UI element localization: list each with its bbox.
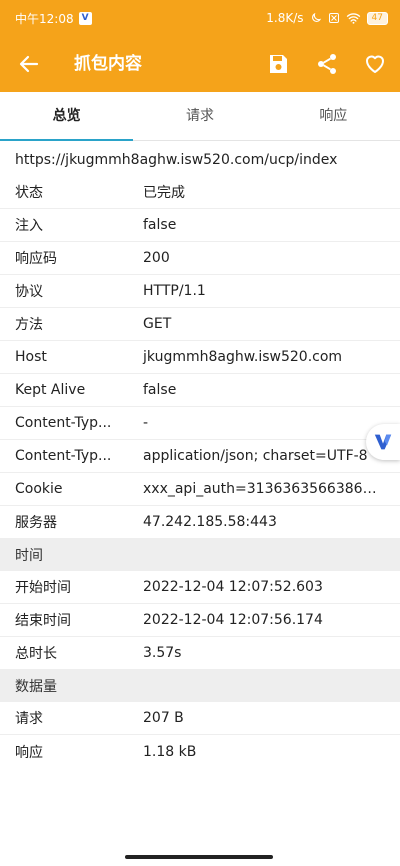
row-key: 开始时间 xyxy=(15,580,71,596)
row-value: 3.57s xyxy=(143,645,182,661)
row-key: Content-Typ... xyxy=(15,415,112,431)
row-value: false xyxy=(143,217,177,233)
row-duration: 总时长 3.57s xyxy=(0,637,400,670)
row-end-time: 结束时间 2022-12-04 12:07:56.174 xyxy=(0,604,400,637)
row-key: Host xyxy=(15,349,47,365)
gesture-nav-bar[interactable] xyxy=(125,855,273,859)
row-key: 服务器 xyxy=(15,515,57,531)
row-value: 200 xyxy=(143,250,170,266)
row-value: 1.18 kB xyxy=(143,743,197,760)
row-status: 状态 已完成 xyxy=(0,176,400,209)
status-right: 1.8K/s 47 xyxy=(266,11,388,25)
back-arrow-icon[interactable] xyxy=(17,52,41,76)
battery-indicator: 47 xyxy=(366,11,388,25)
row-value: jkugmmh8aghw.isw520.com xyxy=(143,349,343,365)
status-time: 中午12:08 xyxy=(15,11,74,26)
row-key: Kept Alive xyxy=(15,382,86,398)
app-bar: 抓包内容 xyxy=(0,36,400,92)
row-key: 总时长 xyxy=(15,646,57,662)
tab-request[interactable]: 请求 xyxy=(133,92,266,140)
row-key: 状态 xyxy=(15,185,43,201)
status-bar: 中午12:08 V 1.8K/s 47 xyxy=(0,0,400,36)
row-key: 方法 xyxy=(15,317,43,333)
row-injected: 注入 false xyxy=(0,209,400,242)
row-protocol: 协议 HTTP/1.1 xyxy=(0,275,400,308)
detail-list: 状态 已完成 注入 false 响应码 200 协议 HTTP/1.1 方法 GET Ho… xyxy=(0,176,400,768)
row-value: application/json; charset=UTF-8 xyxy=(143,448,368,464)
row-key: Cookie xyxy=(15,481,63,497)
row-key: 请求 xyxy=(15,711,43,727)
wifi-icon xyxy=(346,13,360,24)
floating-v-button[interactable] xyxy=(366,424,400,460)
row-key: 协议 xyxy=(15,284,43,300)
row-key: 结束时间 xyxy=(15,613,71,629)
tab-response[interactable]: 响应 xyxy=(267,92,400,140)
row-value: 47.242.185.58:443 xyxy=(143,514,277,530)
row-value: GET xyxy=(143,316,172,332)
row-content-type-request: Content-Typ... - xyxy=(0,407,400,440)
row-status-code: 响应码 200 xyxy=(0,242,400,275)
row-value: xxx_api_auth=313636356638636... xyxy=(143,481,385,497)
row-key: 响应 xyxy=(15,744,43,761)
row-request-size: 请求 207 B xyxy=(0,702,400,735)
row-value: 207 B xyxy=(143,710,184,726)
row-method: 方法 GET xyxy=(0,308,400,341)
share-icon[interactable] xyxy=(315,52,339,76)
tab-overview[interactable]: 总览 xyxy=(0,92,134,141)
row-value: - xyxy=(143,415,149,431)
section-header-time: 时间 xyxy=(0,539,400,571)
v-logo-icon xyxy=(374,434,392,450)
net-speed: 1.8K/s xyxy=(266,11,304,25)
moon-icon xyxy=(311,12,321,22)
row-value: HTTP/1.1 xyxy=(143,283,206,299)
muted-icon xyxy=(328,13,339,23)
save-icon[interactable] xyxy=(266,52,290,76)
row-value: 已完成 xyxy=(143,185,185,201)
page-title: 抓包内容 xyxy=(74,54,142,74)
section-header-size: 数据量 xyxy=(0,670,400,702)
row-key: Content-Typ... xyxy=(15,448,112,464)
row-start-time: 开始时间 2022-12-04 12:07:52.603 xyxy=(0,571,400,604)
row-host: Host jkugmmh8aghw.isw520.com xyxy=(0,341,400,374)
row-content-type-response: Content-Typ... application/json; charset=… xyxy=(0,440,400,473)
row-server: 服务器 47.242.185.58:443 xyxy=(0,506,400,539)
row-cookie: Cookie xxx_api_auth=313636356638636... xyxy=(0,473,400,506)
row-response-size: 响应 1.18 kB xyxy=(0,735,400,768)
row-value: false xyxy=(143,382,177,398)
row-kept-alive: Kept Alive false xyxy=(0,374,400,407)
row-value: 2022-12-04 12:07:52.603 xyxy=(143,579,323,595)
row-key: 注入 xyxy=(15,218,43,234)
row-key: 响应码 xyxy=(15,251,57,267)
request-url: https://jkugmmh8aghw.isw520.com/ucp/inde… xyxy=(15,152,338,168)
vpn-icon: V xyxy=(78,11,92,25)
heart-icon[interactable] xyxy=(363,52,387,76)
tab-bar: 总览 请求 响应 xyxy=(0,92,400,141)
row-value: 2022-12-04 12:07:56.174 xyxy=(143,612,323,628)
